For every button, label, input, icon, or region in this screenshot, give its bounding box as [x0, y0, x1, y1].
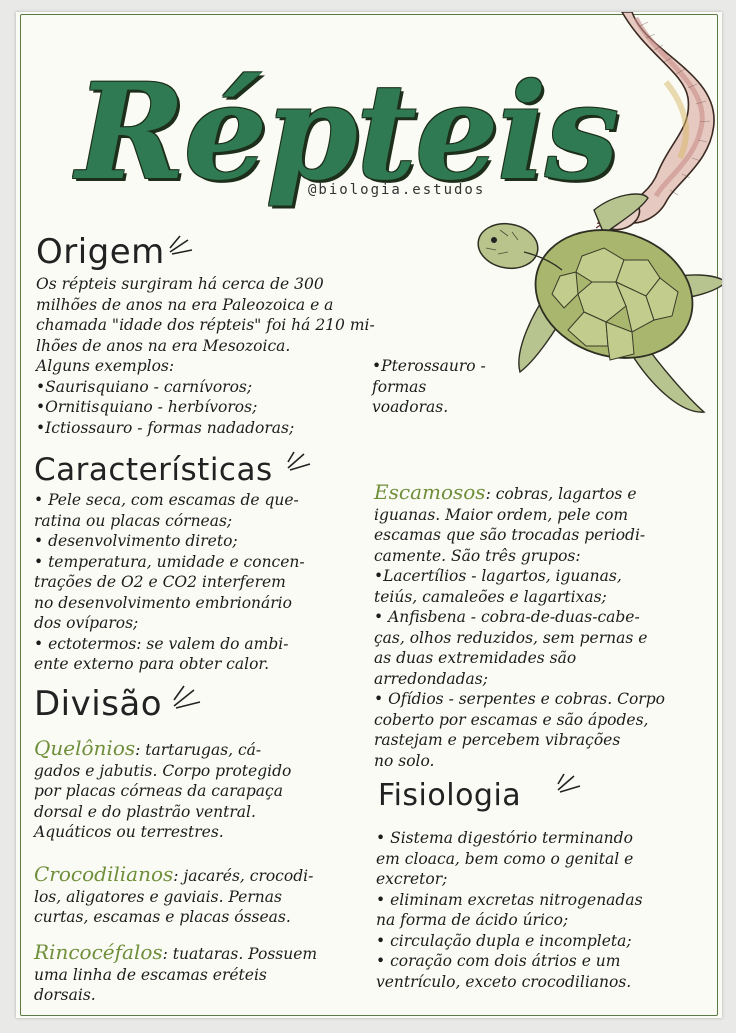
origem-line: milhões de anos na era Paleozoica e a — [36, 295, 334, 314]
sparkle-icon — [169, 235, 193, 255]
origem-line: •Ictiossauro - formas nadadoras; — [36, 418, 295, 437]
escamosos-line: as duas extremidades são — [374, 649, 577, 667]
escamosos-line: •Lacertílios - lagartos, iguanas, — [374, 567, 622, 585]
quelonios-text: Quelônios: tartarugas, cá- gados e jabut… — [34, 738, 364, 843]
sparkle-icon — [557, 773, 581, 793]
escamosos-line: • Anfisbena - cobra-de-duas-cabe- — [374, 608, 640, 626]
heading-divisao: Divisão — [34, 684, 163, 724]
caracteristicas-line: • ectotermos: se valem do ambi- — [34, 634, 289, 653]
caracteristicas-line: no desenvolvimento embrionário — [34, 593, 292, 612]
crocodilianos-line: curtas, escamas e placas ósseas. — [34, 908, 291, 926]
escamosos-text: Escamosos: cobras, lagartos e iguanas. M… — [374, 482, 710, 771]
fisiologia-line: ventrículo, exceto crocodilianos. — [376, 972, 632, 991]
notes-page: Répteis @biologia.estudos Origem Os répt… — [16, 12, 722, 1018]
escamosos-line: • Ofídios - serpentes e cobras. Corpo — [374, 690, 665, 708]
fisiologia-line: • Sistema digestório terminando — [376, 829, 633, 847]
caracteristicas-line: • temperatura, umidade e concen- — [34, 552, 305, 571]
crocodilianos-first-line: : jacarés, crocodi- — [173, 867, 314, 885]
escamosos-line: arredondadas; — [374, 669, 488, 688]
fisiologia-line: • coração com dois átrios e um — [376, 952, 621, 970]
escamosos-first-line: : cobras, lagartos e — [485, 485, 637, 503]
crocodilianos-line: los, aligatores e gaviais. Pernas — [34, 887, 282, 906]
term-crocodilianos: Crocodilianos — [34, 862, 174, 886]
escamosos-line: ças, olhos reduzidos, sem pernas e — [374, 628, 648, 647]
caracteristicas-line: ratina ou placas córneas; — [34, 511, 233, 530]
escamosos-line: no solo. — [374, 751, 435, 770]
fisiologia-text: • Sistema digestório terminando em cloac… — [376, 828, 712, 992]
rincocefalos-text: Rincocéfalos: tuataras. Possuem uma linh… — [34, 942, 364, 1006]
fisiologia-line: em cloaca, bem como o genital e — [376, 849, 634, 868]
quelonios-first-line: : tartarugas, cá- — [135, 741, 262, 759]
origem-line: lhões de anos na era Mesozoica. — [36, 336, 291, 355]
fisiologia-line: excretor; — [376, 870, 448, 888]
escamosos-line: coberto por escamas e são ápodes, — [374, 710, 649, 729]
caracteristicas-line: • desenvolvimento direto; — [34, 532, 238, 550]
caracteristicas-line: ente externo para obter calor. — [34, 655, 270, 673]
term-quelonios: Quelônios — [34, 736, 136, 760]
escamosos-line: escamas que são trocadas periodi- — [374, 526, 646, 544]
escamosos-line: camente. São três grupos: — [374, 546, 581, 565]
caracteristicas-line: dos ovíparos; — [34, 614, 139, 632]
heading-fisiologia: Fisiologia — [378, 778, 522, 813]
escamosos-line: iguanas. Maior ordem, pele com — [374, 505, 629, 524]
quelonios-line: Aquáticos ou terrestres. — [34, 823, 224, 841]
fisiologia-line: • circulação dupla e incompleta; — [376, 931, 632, 950]
quelonios-line: por placas córneas da carapaça — [34, 782, 283, 800]
crocodilianos-text: Crocodilianos: jacarés, crocodi- los, al… — [34, 864, 364, 928]
side-note-line: voadoras. — [372, 398, 449, 416]
sparkle-icon — [173, 685, 201, 709]
term-rincocefalos: Rincocéfalos — [34, 940, 163, 964]
caracteristicas-text: • Pele seca, com escamas de que- ratina … — [34, 490, 374, 675]
heading-origem: Origem — [36, 232, 165, 272]
author-handle: @biologia.estudos — [308, 182, 486, 198]
caracteristicas-line: trações de O2 e CO2 interferem — [34, 573, 286, 591]
quelonios-line: dorsal e do plastrão ventral. — [34, 802, 256, 821]
origem-line: chamada "idade dos répteis" foi há 210 m… — [36, 316, 375, 334]
quelonios-line: gados e jabutis. Corpo protegido — [34, 761, 292, 780]
rincocefalos-line: dorsais. — [34, 986, 96, 1004]
fisiologia-line: na forma de ácido úrico; — [376, 911, 569, 929]
term-escamosos: Escamosos — [374, 480, 486, 504]
fisiologia-line: • eliminam excretas nitrogenadas — [376, 890, 643, 909]
caracteristicas-line: • Pele seca, com escamas de que- — [34, 491, 299, 509]
rincocefalos-line: uma linha de escamas eréteis — [34, 965, 267, 984]
side-note-line: •Pterossauro - — [372, 357, 486, 375]
side-note-line: formas — [372, 377, 427, 396]
title-area: Répteis — [76, 48, 619, 238]
sparkle-icon — [287, 451, 311, 471]
escamosos-line: rastejam e percebem vibrações — [374, 731, 621, 749]
heading-caracteristicas: Características — [34, 452, 273, 488]
origem-side-note: •Pterossauro - formas voadoras. — [372, 356, 502, 418]
escamosos-line: teiús, camaleões e lagartixas; — [374, 587, 607, 606]
rincocefalos-first-line: : tuataras. Possuem — [162, 945, 318, 963]
origem-line: Os répteis surgiram há cerca de 300 — [36, 275, 324, 293]
